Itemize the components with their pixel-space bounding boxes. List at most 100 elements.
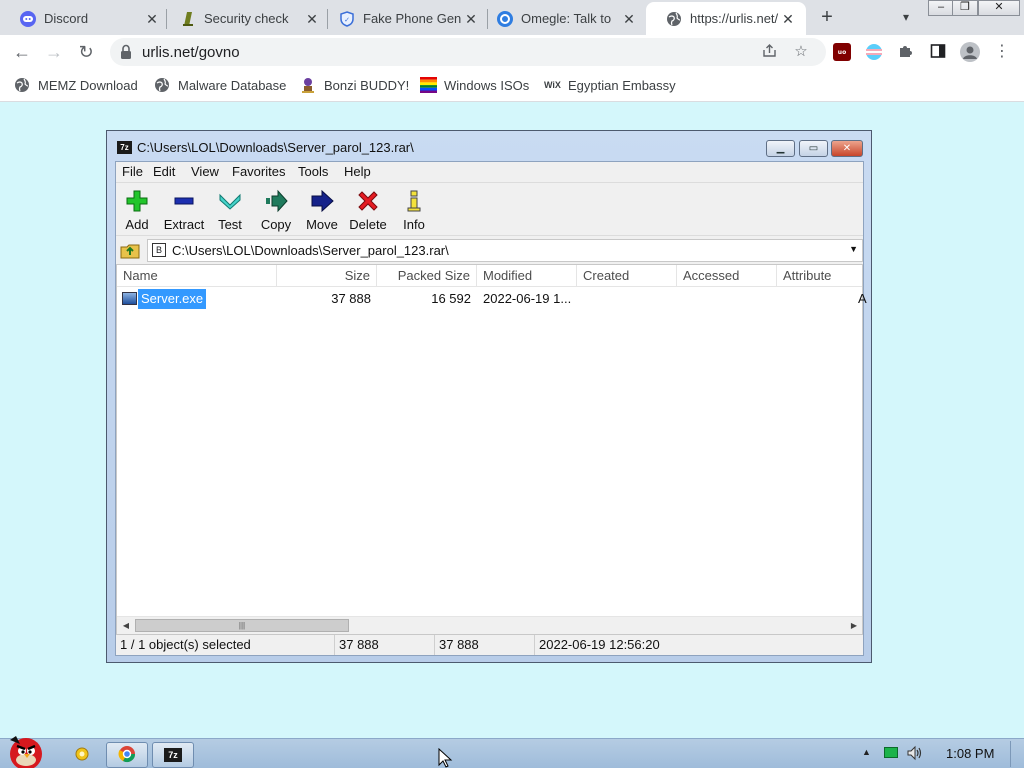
bookmark-memz-download[interactable]: MEMZ Download [14,76,138,94]
sevenzip-close-button[interactable]: ✕ [831,140,863,157]
extract-button[interactable]: Extract [161,187,207,233]
sevenzip-client: File Edit View Favorites Tools Help Add … [115,161,867,656]
folder-up-icon[interactable] [119,239,141,261]
test-button[interactable]: Test [207,187,253,233]
add-button[interactable]: Add [114,187,160,233]
info-icon [402,189,426,213]
column-size[interactable]: Size [277,265,377,287]
taskbar-clock[interactable]: 1:08 PM [946,746,994,761]
column-accessed[interactable]: Accessed [677,265,777,287]
exe-file-icon [122,292,137,305]
back-button[interactable]: ← [10,40,34,64]
globe-icon [14,77,30,93]
taskbar-chrome-button[interactable] [106,742,148,768]
address-bar[interactable]: urlis.net/govno ☆ [110,38,826,66]
reload-button[interactable]: ↻ [74,40,98,64]
menu-favorites[interactable]: Favorites [232,164,285,179]
menu-edit[interactable]: Edit [153,164,175,179]
menu-file[interactable]: File [122,164,143,179]
bookmark-label: Egyptian Embassy [568,77,676,93]
column-attributes[interactable]: Attribute [777,265,862,287]
tab-title: Discord [44,11,89,26]
discord-icon [20,10,36,27]
status-selected: 1 / 1 object(s) selected [116,635,335,655]
taskbar-7zip-button[interactable]: 7z [152,742,194,768]
column-created[interactable]: Created [577,265,677,287]
copy-button[interactable]: Copy [253,187,299,233]
tray-chevron-up-icon[interactable]: ▲ [862,747,871,757]
bookmark-label: Bonzi BUDDY! [324,77,410,93]
menu-tools[interactable]: Tools [298,164,328,179]
delete-button[interactable]: Delete [345,187,391,233]
dropdown-arrow-icon[interactable]: ▼ [849,244,858,254]
menu-help[interactable]: Help [344,164,371,179]
sevenzip-path-text[interactable]: C:\Users\LOL\Downloads\Server_parol_123.… [172,243,449,258]
sevenzip-file-list[interactable]: Name Size Packed Size Modified Created A… [116,264,867,635]
bookmark-windows-isos[interactable]: Windows ISOs [420,76,529,94]
delete-x-icon [356,189,380,213]
star-icon[interactable]: ☆ [792,43,810,61]
menu-view[interactable]: View [191,164,219,179]
trans-flag-extension-icon[interactable] [865,43,883,61]
tab-title: Fake Phone Gen [363,11,462,26]
sevenzip-statusbar: 1 / 1 object(s) selected 37 888 37 888 2… [116,635,863,655]
puzzle-piece-icon[interactable] [897,43,915,61]
bookmark-egyptian-embassy[interactable]: WiX Egyptian Embassy [544,76,676,94]
taskbar-explorer-button[interactable] [62,742,102,768]
table-row[interactable]: Server.exe 37 888 16 592 2022-06-19 1...… [117,289,867,309]
bookmarks-bar: MEMZ Download Malware Database Bonzi BUD… [0,69,1024,102]
bookmark-malware-database[interactable]: Malware Database [154,76,286,94]
tab-discord[interactable]: Discord ✕ [0,2,170,35]
close-tab-icon[interactable]: ✕ [621,11,637,27]
sevenzip-maximize-button[interactable]: ▭ [799,140,828,157]
close-tab-icon[interactable]: ✕ [144,11,160,27]
tab-title: Security check [204,11,289,26]
restore-button[interactable]: ❐ [952,0,978,16]
network-icon[interactable] [884,747,898,758]
column-packed-size[interactable]: Packed Size [377,265,477,287]
horizontal-scrollbar[interactable]: ◀ ||| ▶ [117,616,862,634]
folder-icon [73,746,91,765]
taskbar: 7z ▲ 1:08 PM [0,736,1024,768]
tab-omegle[interactable]: Omegle: Talk to ✕ [477,2,647,35]
angry-bird-start-icon[interactable] [2,730,50,768]
close-window-button[interactable]: ✕ [978,0,1020,16]
close-tab-icon[interactable]: ✕ [780,11,796,27]
sevenzip-path-combobox[interactable]: B C:\Users\LOL\Downloads\Server_parol_12… [147,239,863,262]
move-button[interactable]: Move [299,187,345,233]
tab-security-check[interactable]: Security check ✕ [160,2,330,35]
sevenzip-minimize-button[interactable]: ▁ [766,140,795,157]
new-tab-button[interactable]: + [816,6,838,28]
scrollbar-thumb[interactable]: ||| [135,619,349,632]
kebab-menu-icon[interactable]: ⋮ [990,40,1014,64]
minimize-button[interactable]: – [928,0,954,16]
copy-label: Copy [260,217,292,232]
lock-icon[interactable] [120,44,134,60]
side-panel-icon[interactable] [929,43,947,61]
sevenzip-toolbar: Add Extract Test Copy Move Delete Info [116,182,863,236]
bookmark-label: Windows ISOs [444,77,530,93]
move-arrow-icon [310,189,334,213]
tab-urlis-active[interactable]: https://urlis.net/ ✕ [646,2,806,35]
bookmark-bonzi-buddy[interactable]: Bonzi BUDDY! [300,76,409,94]
close-tab-icon[interactable]: ✕ [304,11,320,27]
info-label: Info [403,217,425,232]
forward-button[interactable]: → [42,40,66,64]
show-desktop-button[interactable] [1010,741,1022,767]
scroll-left-icon[interactable]: ◀ [119,619,133,633]
chevron-down-icon[interactable]: ▾ [896,7,916,27]
url-text[interactable]: urlis.net/govno [142,44,240,61]
archive-icon: B [152,243,166,257]
tab-strip: Discord ✕ Security check ✕ ✓ Fake Phone … [0,0,1024,35]
scroll-right-icon[interactable]: ▶ [847,619,861,633]
share-icon[interactable] [760,43,778,61]
tab-fake-phone-gen[interactable]: ✓ Fake Phone Gen ✕ [319,2,489,35]
info-button[interactable]: Info [391,187,437,233]
profile-avatar-icon[interactable] [960,42,980,62]
volume-icon[interactable] [906,745,924,761]
ublock-icon[interactable]: uo [833,43,851,61]
status-packed-size: 37 888 [435,635,535,655]
file-name-cell[interactable]: Server.exe [138,289,207,309]
column-name[interactable]: Name [117,265,277,287]
column-modified[interactable]: Modified [477,265,577,287]
